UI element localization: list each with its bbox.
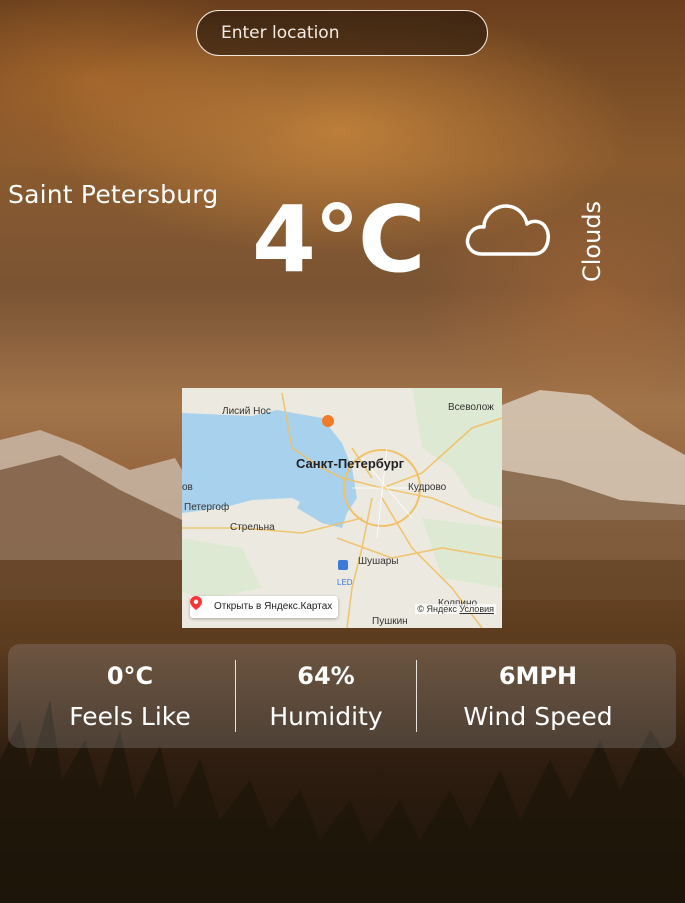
map-label: Всеволож bbox=[448, 402, 494, 413]
map-pin-icon bbox=[190, 596, 202, 610]
stat-wind-speed: 6MPH Wind Speed bbox=[428, 644, 648, 748]
humidity-label: Humidity bbox=[269, 702, 383, 731]
wind-speed-value: 6MPH bbox=[498, 662, 578, 690]
weather-stats-panel: 0°C Feels Like 64% Humidity 6MPH Wind Sp… bbox=[8, 644, 676, 748]
stat-divider bbox=[416, 660, 417, 732]
feels-like-label: Feels Like bbox=[69, 702, 191, 731]
map-label: Санкт-Петербург bbox=[296, 456, 405, 471]
open-in-yandex-maps-label: Открыть в Яндекс.Картах bbox=[214, 601, 333, 612]
wind-speed-label: Wind Speed bbox=[463, 702, 613, 731]
map-label: Шушары bbox=[358, 556, 399, 567]
location-map[interactable]: Лисий Нос Всеволож Санкт-Петербург ов Ку… bbox=[182, 388, 502, 628]
cloud-icon bbox=[465, 204, 550, 256]
map-label: ов bbox=[182, 482, 193, 493]
map-terms-link[interactable]: Условия bbox=[459, 604, 494, 614]
map-label: Пушкин bbox=[372, 616, 408, 627]
temperature: 4°C bbox=[252, 186, 426, 293]
map-graphic bbox=[182, 388, 502, 628]
map-copyright-text: © Яндекс bbox=[417, 604, 457, 614]
stat-feels-like: 0°C Feels Like bbox=[40, 644, 220, 748]
map-label: Кудрово bbox=[408, 482, 447, 493]
map-label: Петергоф bbox=[184, 502, 230, 513]
map-label: Стрельна bbox=[230, 522, 275, 533]
location-search-input[interactable] bbox=[196, 10, 488, 56]
open-in-yandex-maps-button[interactable]: Открыть в Яндекс.Картах bbox=[190, 596, 339, 618]
weather-condition: Clouds bbox=[578, 200, 606, 282]
map-label: LED bbox=[337, 578, 353, 587]
stat-humidity: 64% Humidity bbox=[246, 644, 406, 748]
stat-divider bbox=[235, 660, 236, 732]
map-label: Лисий Нос bbox=[222, 406, 271, 417]
humidity-value: 64% bbox=[297, 662, 355, 690]
feels-like-value: 0°C bbox=[106, 662, 154, 690]
city-name: Saint Petersburg bbox=[8, 180, 219, 209]
map-copyright: © Яндекс Условия bbox=[415, 604, 496, 614]
